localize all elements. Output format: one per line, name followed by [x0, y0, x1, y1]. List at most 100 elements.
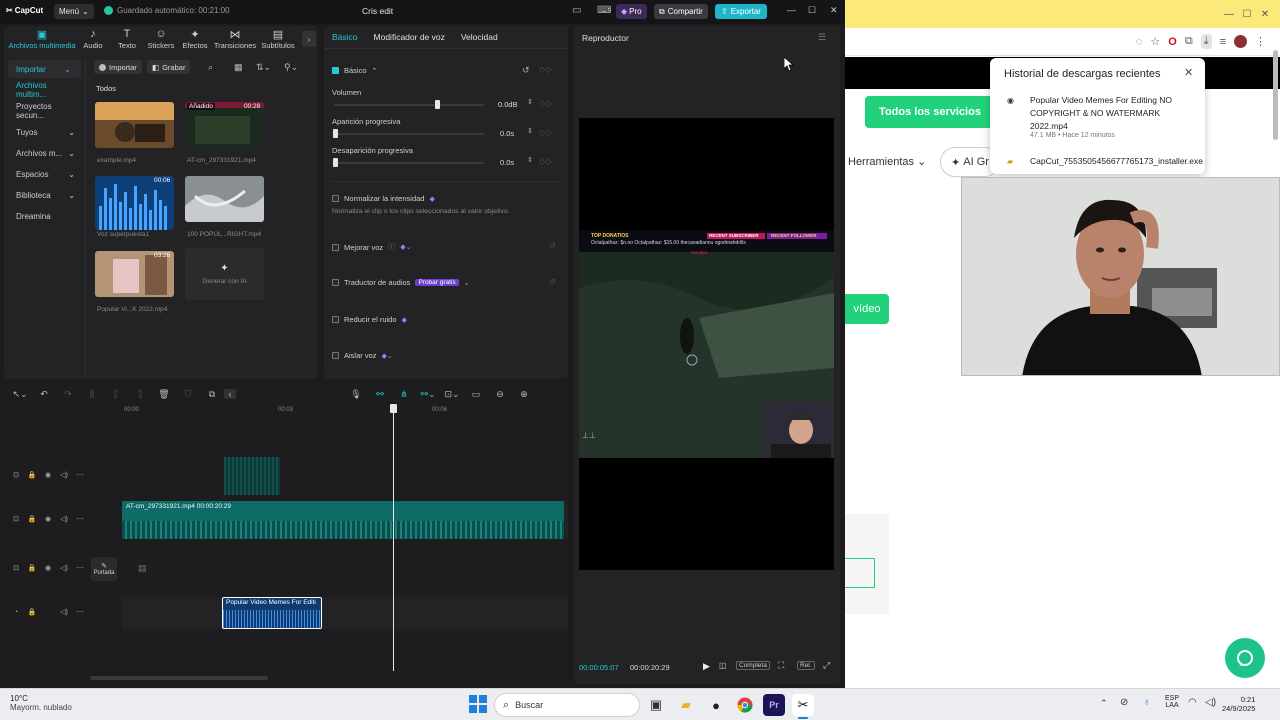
- opera-icon[interactable]: O: [1168, 36, 1177, 48]
- filter-icon[interactable]: ⚲⌄: [284, 62, 298, 73]
- volume-value[interactable]: 0.0dB: [498, 100, 518, 109]
- noise-reduction-row[interactable]: Reducir el ruido ◆: [332, 315, 407, 324]
- basic-checkbox[interactable]: [332, 67, 339, 74]
- more-icon[interactable]: ⋯: [72, 564, 88, 572]
- file-explorer-icon[interactable]: ▰: [675, 694, 697, 716]
- player-menu-icon[interactable]: ☰: [818, 32, 826, 43]
- keyframe-icon[interactable]: ◇◇: [539, 65, 551, 74]
- import-button[interactable]: Importar: [94, 60, 142, 74]
- speaker-icon[interactable]: ◁): [56, 564, 72, 572]
- audio-translator-row[interactable]: Traductor de audios Probar gratis ⌄: [332, 278, 470, 287]
- tab-text[interactable]: T Texto: [110, 28, 144, 50]
- normalize-row[interactable]: Normalizar la intensidad ◆: [332, 194, 435, 203]
- lock-icon[interactable]: 🔒: [24, 608, 40, 616]
- minimize-icon[interactable]: —: [1220, 9, 1238, 20]
- task-view-icon[interactable]: ▣: [645, 694, 667, 716]
- reset-icon[interactable]: ↺: [549, 241, 556, 250]
- search-icon[interactable]: ⌕: [208, 62, 213, 73]
- media-item[interactable]: [185, 176, 264, 222]
- star-icon[interactable]: ☆: [1150, 35, 1160, 48]
- tab-subtitles[interactable]: ▤ Subtítulos: [258, 28, 298, 50]
- volume-slider[interactable]: [334, 104, 484, 106]
- speaker-icon[interactable]: ◁): [56, 608, 72, 616]
- premiere-icon[interactable]: Pr: [763, 694, 785, 716]
- eye-icon[interactable]: ◉: [40, 471, 56, 479]
- more-icon[interactable]: ⋮: [1255, 35, 1266, 48]
- tab-speed[interactable]: Velocidad: [461, 32, 498, 42]
- preview-link-icon[interactable]: ⚯⌄: [416, 389, 440, 400]
- media-icon[interactable]: ≡: [1220, 36, 1226, 48]
- audio-clip-selected[interactable]: Popular Video Memes For Editi: [222, 597, 322, 629]
- zoom-out-icon[interactable]: ⊖: [488, 389, 512, 400]
- volume-icon[interactable]: ◁): [1205, 697, 1216, 708]
- app-icon[interactable]: ●: [705, 694, 727, 716]
- menu-button[interactable]: Menú ⌄: [54, 4, 94, 19]
- lock-icon[interactable]: 🔒: [24, 471, 40, 479]
- clock[interactable]: 0:21 24/9/2025: [1222, 695, 1255, 713]
- layout-icon[interactable]: ▭: [572, 5, 581, 16]
- delete-icon[interactable]: 🗑: [152, 389, 176, 400]
- fade-in-slider[interactable]: [334, 133, 484, 135]
- generate-ai-button[interactable]: ✦ Generar con IA: [185, 248, 264, 300]
- ai-tool-icon[interactable]: ⊡⌄: [440, 389, 464, 400]
- play-icon[interactable]: ▶: [703, 661, 710, 672]
- lock-icon[interactable]: 🔒: [24, 564, 40, 572]
- media-item[interactable]: [95, 102, 174, 148]
- maximize-icon[interactable]: ☐: [808, 5, 816, 16]
- playhead[interactable]: [393, 405, 394, 671]
- export-button[interactable]: ⇪ Exportar: [715, 4, 767, 19]
- sidebar-item-yours[interactable]: Tuyos ⌄: [4, 123, 85, 141]
- avatar[interactable]: [1234, 35, 1247, 48]
- capcut-taskbar-icon[interactable]: ✂: [792, 694, 814, 716]
- sort-icon[interactable]: ⇅⌄: [256, 62, 271, 73]
- redo-icon[interactable]: ↷: [56, 389, 80, 400]
- reset-icon[interactable]: ↺: [549, 277, 556, 286]
- tab-voice-modifier[interactable]: Modificador de voz: [374, 32, 445, 42]
- stepper-icon[interactable]: ⇕: [527, 156, 533, 164]
- cover-button[interactable]: ✎ Portada: [91, 557, 117, 581]
- download-icon[interactable]: ⤓: [1200, 34, 1212, 49]
- magnet-icon[interactable]: ⋔: [392, 389, 416, 400]
- basic-section-header[interactable]: Básico ⌃: [332, 66, 377, 75]
- record-button[interactable]: ◧ Grabar: [147, 60, 191, 74]
- enhance-voice-row[interactable]: Mejorar voz ⓘ ◆⌄: [332, 242, 411, 252]
- tab-stickers[interactable]: ☺ Stickers: [144, 28, 178, 50]
- language-indicator[interactable]: ESP LAA: [1165, 695, 1179, 709]
- sidebar-item-import[interactable]: Importar ⌄: [8, 60, 81, 78]
- stepper-icon[interactable]: ⇕: [527, 98, 533, 106]
- close-icon[interactable]: ✕: [1184, 66, 1193, 79]
- taskbar-search[interactable]: ⌕ Buscar: [494, 693, 640, 717]
- scrollbar[interactable]: [1273, 50, 1278, 140]
- lock-icon[interactable]: 🔒: [24, 515, 40, 523]
- more-icon[interactable]: ⋯: [72, 471, 88, 479]
- keyframe-icon[interactable]: ◇◇: [539, 157, 551, 166]
- fade-out-value[interactable]: 0.0s: [500, 158, 514, 167]
- sidebar-item-projects[interactable]: Proyectos secun...: [4, 102, 85, 120]
- chat-icon[interactable]: [1225, 638, 1265, 678]
- more-icon[interactable]: ⋯: [72, 515, 88, 523]
- volume-slider-handle[interactable]: [435, 100, 440, 109]
- download-item-name[interactable]: Popular Video Memes For Editing NO COPYR…: [1030, 94, 1195, 133]
- chrome-icon[interactable]: [734, 694, 756, 716]
- project-title[interactable]: Cris edit: [362, 6, 393, 16]
- extensions-icon[interactable]: ⧉: [1185, 35, 1193, 48]
- eye-icon[interactable]: ◉: [40, 564, 56, 572]
- reset-icon[interactable]: ↺: [522, 65, 530, 76]
- fade-out-slider-handle[interactable]: [333, 158, 338, 167]
- chevron-up-icon[interactable]: ⌃: [1100, 698, 1108, 709]
- main-video-clip[interactable]: AT-cm_297331921.mp4 00:00:20:29: [122, 501, 564, 539]
- fade-in-slider-handle[interactable]: [333, 129, 338, 138]
- video-canvas[interactable]: ⊥⊥ TOP DONATIOS RECENT SUBSCRIBER RECENT…: [579, 118, 834, 570]
- microphone-icon[interactable]: 🎙: [344, 389, 368, 400]
- stepper-icon[interactable]: ⇕: [527, 127, 533, 135]
- keyframe-icon[interactable]: ◇◇: [539, 99, 551, 108]
- normalize-checkbox[interactable]: [332, 195, 339, 202]
- tab-transitions[interactable]: ⋈ Transiciones: [212, 28, 258, 50]
- wifi-icon[interactable]: ◠: [1188, 697, 1197, 708]
- sidebar-item-files[interactable]: Archivos m... ⌄: [4, 144, 85, 162]
- select-tool-icon[interactable]: ↖⌄: [8, 389, 32, 400]
- audio-clip-ghost[interactable]: [224, 457, 280, 495]
- speaker-icon[interactable]: ◁): [56, 515, 72, 523]
- sidebar-item-dreamina[interactable]: Dreamina: [4, 207, 85, 225]
- grid-view-icon[interactable]: ▦: [234, 62, 243, 73]
